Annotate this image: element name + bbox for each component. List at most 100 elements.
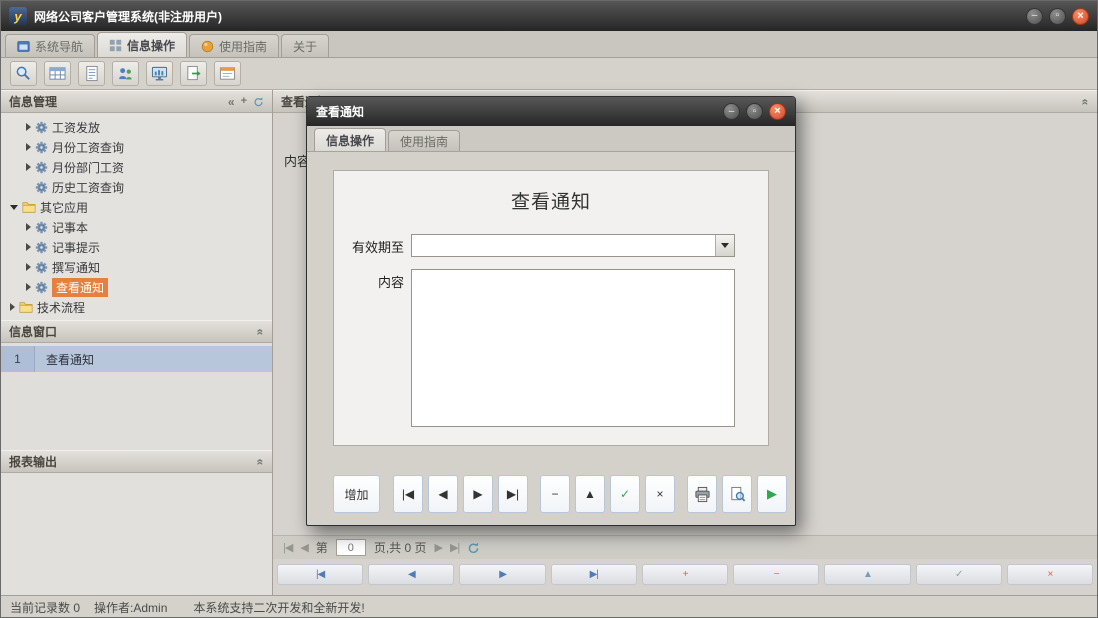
cancel-button[interactable]: × (645, 475, 675, 513)
tab-label: 关于 (293, 38, 317, 55)
valid-until-combobox (411, 234, 735, 257)
record-cancel-button[interactable]: × (1007, 564, 1093, 585)
tree-item-history-salary-query[interactable]: 历史工资查询 (1, 177, 272, 197)
gear-icon (35, 241, 48, 254)
collapse-arrow-icon[interactable] (10, 205, 18, 210)
tab-system-nav[interactable]: 系统导航 (5, 34, 95, 57)
last-record-button[interactable]: ▶| (498, 475, 528, 513)
preview-button[interactable] (722, 475, 752, 513)
app-logo-icon: y (9, 7, 27, 25)
tree-item-monthly-dept-salary[interactable]: 月份部门工资 (1, 157, 272, 177)
add-panel-icon[interactable]: + (241, 96, 247, 107)
list-item[interactable]: 1 查看通知 (1, 346, 272, 372)
form-heading: 查看通知 (350, 171, 752, 214)
expand-arrow-icon[interactable] (26, 163, 31, 171)
expand-arrow-icon[interactable] (10, 303, 15, 311)
combo-dropdown-button[interactable] (715, 235, 734, 256)
remove-record-button[interactable]: − (540, 475, 570, 513)
next-record-button[interactable]: ▶ (463, 475, 493, 513)
record-remove-button[interactable]: − (733, 564, 819, 585)
prev-record-button[interactable]: ◀ (428, 475, 458, 513)
users-icon (117, 65, 134, 82)
chevron-down-icon (721, 243, 729, 248)
users-toolbar-button[interactable] (112, 61, 139, 86)
gear-icon (35, 121, 48, 134)
first-record-button[interactable]: |◀ (393, 475, 423, 513)
tree-item-label: 记事提示 (52, 239, 100, 256)
collapse-up-icon[interactable]: « (1080, 98, 1092, 105)
tree-item-notepad[interactable]: 记事本 (1, 217, 272, 237)
document-toolbar-button[interactable] (78, 61, 105, 86)
expand-arrow-icon[interactable] (26, 243, 31, 251)
system-nav-icon (17, 40, 30, 53)
refresh-icon[interactable] (253, 96, 264, 107)
print-button[interactable] (687, 475, 717, 513)
tab-user-guide[interactable]: 使用指南 (189, 34, 279, 57)
pager-last-icon[interactable]: ▶| (450, 541, 459, 554)
card-toolbar-button[interactable] (214, 61, 241, 86)
edit-record-button[interactable]: ▲ (575, 475, 605, 513)
record-moveup-button[interactable]: ▲ (824, 564, 910, 585)
printer-icon (694, 486, 711, 503)
valid-until-input[interactable] (412, 235, 715, 256)
maximize-button[interactable]: ▫ (1049, 8, 1066, 25)
record-count: 当前记录数 0 (10, 599, 80, 616)
close-button[interactable]: × (1072, 8, 1089, 25)
titlebar: y 网络公司客户管理系统(非注册用户) – ▫ × (1, 1, 1097, 31)
add-button[interactable]: 增加 (333, 475, 380, 513)
tree-item-compose-notice[interactable]: 撰写通知 (1, 257, 272, 277)
expand-arrow-icon[interactable] (26, 283, 31, 291)
pager-page-label: 第 (316, 539, 328, 556)
expand-arrow-icon[interactable] (26, 223, 31, 231)
tree-item-tech-process[interactable]: 技术流程 (1, 297, 272, 317)
collapse-panel-icon[interactable]: « (228, 96, 235, 108)
record-next-button[interactable]: ▶ (459, 564, 545, 585)
panel-title: 信息窗口 (9, 323, 57, 340)
tree-item-salary-payment[interactable]: 工资发放 (1, 117, 272, 137)
report-output-area (1, 473, 272, 595)
gear-icon (35, 281, 48, 294)
pager-next-icon[interactable]: ▶ (435, 541, 442, 554)
tree-item-monthly-salary-query[interactable]: 月份工资查询 (1, 137, 272, 157)
collapse-up-icon[interactable]: « (255, 328, 267, 335)
grid-icon (109, 39, 122, 52)
dialog-tab-info-operation[interactable]: 信息操作 (314, 128, 386, 151)
pager-first-icon[interactable]: |◀ (283, 541, 292, 554)
tab-about[interactable]: 关于 (281, 34, 329, 57)
table-toolbar-button[interactable] (44, 61, 71, 86)
refresh-icon[interactable] (467, 541, 480, 554)
dialog-close-button[interactable]: × (769, 103, 786, 120)
info-window-panel-header: 信息窗口 « (1, 320, 272, 343)
run-button[interactable]: ▶ (757, 475, 787, 513)
expand-arrow-icon[interactable] (26, 263, 31, 271)
table-icon (49, 65, 66, 82)
tree-item-view-notice[interactable]: 查看通知 (1, 277, 272, 297)
minimize-button[interactable]: – (1026, 8, 1043, 25)
export-toolbar-button[interactable] (180, 61, 207, 86)
card-icon (219, 65, 236, 82)
tree-item-label: 技术流程 (37, 299, 85, 316)
dialog-minimize-button[interactable]: – (723, 103, 740, 120)
dialog-tab-user-guide[interactable]: 使用指南 (388, 130, 460, 151)
pager-prev-icon[interactable]: ◀ (300, 541, 307, 554)
tree-item-other-apps[interactable]: 其它应用 (1, 197, 272, 217)
record-save-button[interactable]: ✓ (916, 564, 1002, 585)
gear-icon (35, 221, 48, 234)
collapse-up-icon[interactable]: « (255, 458, 267, 465)
tab-info-operation[interactable]: 信息操作 (97, 32, 187, 57)
page-number-input[interactable] (336, 539, 366, 556)
tree-item-label: 记事本 (52, 219, 88, 236)
dialog-maximize-button[interactable]: ▫ (746, 103, 763, 120)
search-toolbar-button[interactable] (10, 61, 37, 86)
confirm-button[interactable]: ✓ (610, 475, 640, 513)
record-last-button[interactable]: ▶| (551, 564, 637, 585)
record-first-button[interactable]: |◀ (277, 564, 363, 585)
record-add-button[interactable]: + (642, 564, 728, 585)
record-prev-button[interactable]: ◀ (368, 564, 454, 585)
tab-label: 信息操作 (127, 37, 175, 54)
expand-arrow-icon[interactable] (26, 143, 31, 151)
monitor-toolbar-button[interactable] (146, 61, 173, 86)
tree-item-note-reminder[interactable]: 记事提示 (1, 237, 272, 257)
expand-arrow-icon[interactable] (26, 123, 31, 131)
content-textarea[interactable] (411, 269, 735, 427)
